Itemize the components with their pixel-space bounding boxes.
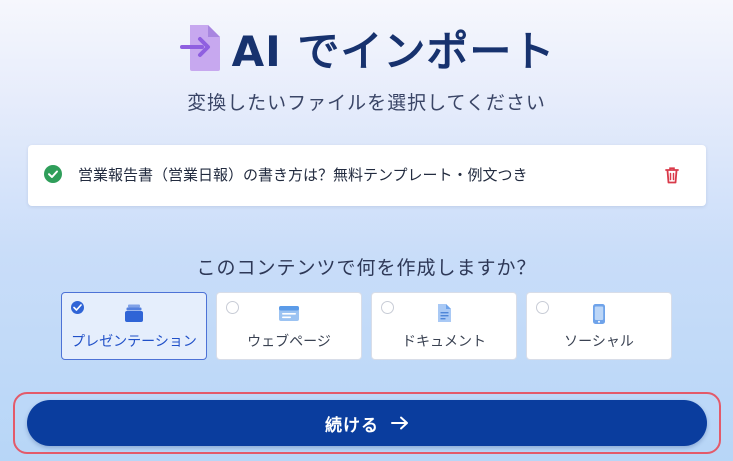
radio-unselected: [536, 301, 549, 314]
document-icon: [438, 304, 451, 322]
option-label: ウェブページ: [247, 334, 331, 350]
create-question: このコンテンツで何を作成しますか？: [196, 257, 537, 279]
option-label: ドキュメント: [402, 334, 486, 350]
radio-unselected: [226, 301, 239, 314]
continue-button[interactable]: 続ける: [27, 400, 707, 446]
page-title: AI でインポート: [231, 26, 556, 76]
trash-icon[interactable]: [664, 166, 680, 184]
check-circle-icon: [44, 165, 62, 183]
social-icon: [593, 304, 605, 324]
option-social[interactable]: ソーシャル: [526, 292, 672, 360]
continue-label: 続ける: [325, 415, 379, 436]
page-subtitle: 変換したいファイルを選択してください: [187, 92, 546, 114]
option-webpage[interactable]: ウェブページ: [216, 292, 362, 360]
option-presentation[interactable]: プレゼンテーション: [61, 292, 207, 360]
selected-file-card: 営業報告書（営業日報）の書き方は？無料テンプレート・例文つき: [28, 145, 706, 206]
output-type-options: プレゼンテーション ウェブページ ドキュメント ソーシャル: [61, 292, 673, 360]
option-document[interactable]: ドキュメント: [371, 292, 517, 360]
option-label: プレゼンテーション: [71, 334, 197, 350]
radio-selected: [71, 301, 84, 314]
webpage-icon: [279, 306, 299, 321]
file-name: 営業報告書（営業日報）の書き方は？無料テンプレート・例文つき: [78, 166, 528, 184]
header: AI でインポート: [0, 18, 733, 78]
radio-unselected: [381, 301, 394, 314]
presentation-icon: [125, 304, 143, 322]
file-import-icon: [179, 25, 220, 71]
option-label: ソーシャル: [564, 334, 634, 350]
arrow-right-icon: [391, 416, 408, 430]
